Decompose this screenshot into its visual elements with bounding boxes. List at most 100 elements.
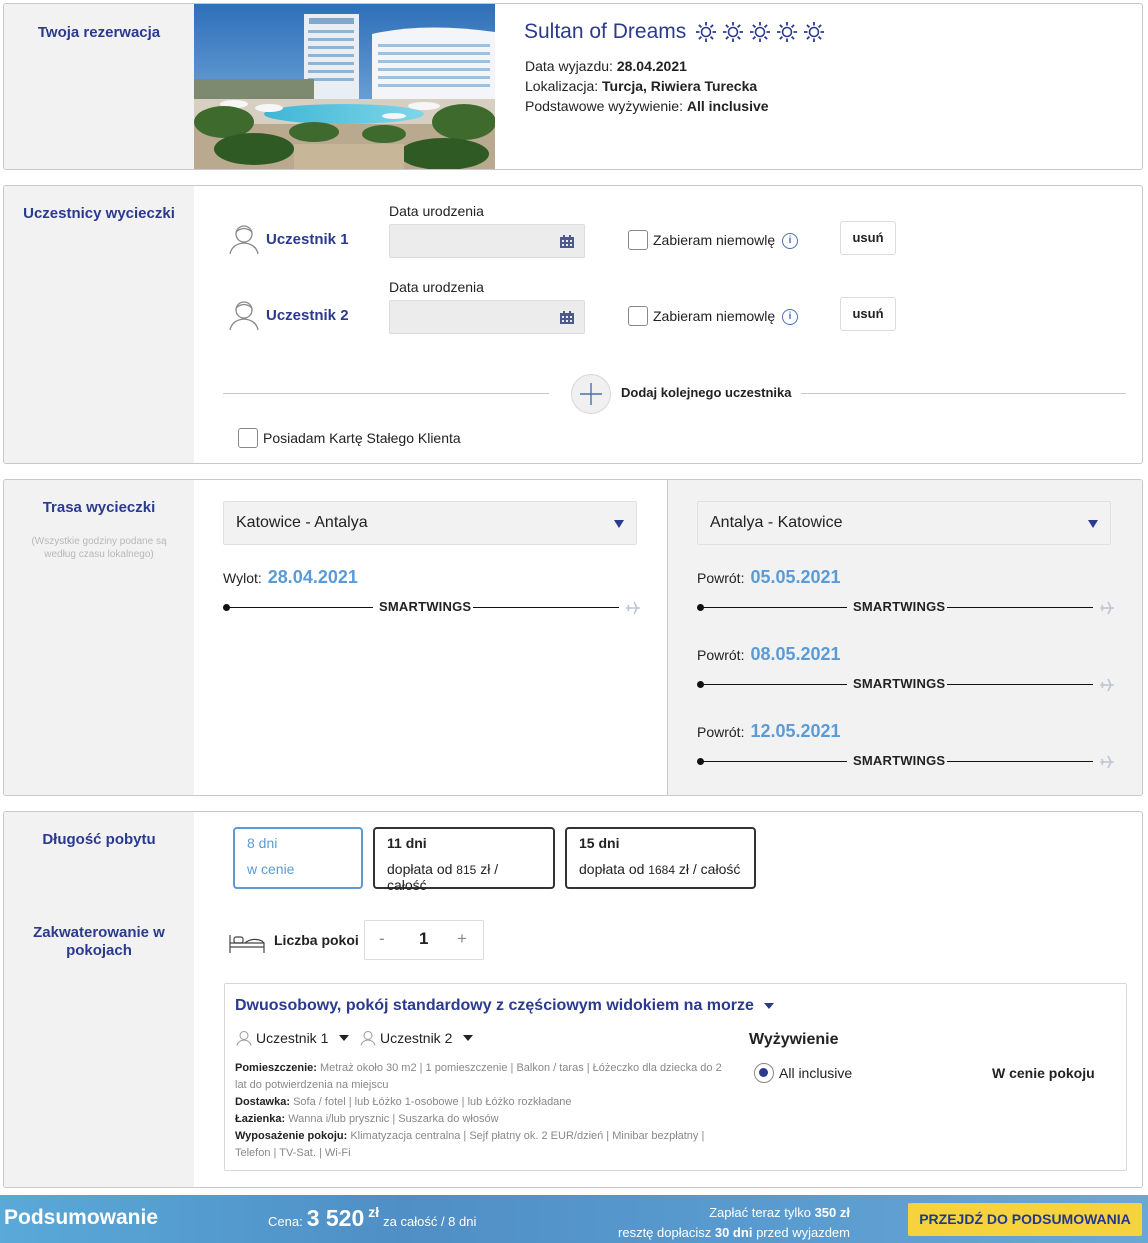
return-route-value: Antalya - Katowice <box>710 514 843 531</box>
outbound-route-select[interactable]: Katowice - Antalya <box>223 501 637 545</box>
flight-direction: Powrót: <box>697 724 745 740</box>
flight-timeline[interactable]: SMARTWINGS <box>223 599 641 615</box>
pay-now-prefix: Zapłać teraz tylko <box>709 1205 811 1220</box>
person-icon <box>236 1031 252 1046</box>
info-icon[interactable]: i <box>782 309 798 325</box>
reservation-card: Twoja rezerwacja Sultan of Dreams Data w… <box>3 3 1143 170</box>
stay-option-15-days[interactable]: 15 dni dopłata od 1684 zł / całość <box>565 827 756 889</box>
board-line: Podstawowe wyżywienie: All inclusive <box>525 98 769 114</box>
divider <box>223 393 549 394</box>
flight-timeline[interactable]: SMARTWINGS <box>697 676 1115 692</box>
infant-checkbox-2[interactable] <box>628 306 648 326</box>
stay-option-8-days[interactable]: 8 dni w cenie <box>233 827 363 889</box>
stay-option-sub: dopłata od <box>579 861 645 877</box>
board-radio-all-inclusive[interactable] <box>754 1063 774 1083</box>
add-participant-button[interactable] <box>571 374 611 414</box>
decrement-button[interactable]: - <box>379 929 385 949</box>
timeline-line <box>227 607 373 608</box>
rooms-title: Zakwaterowanie w pokojach <box>33 924 165 959</box>
flight-date[interactable]: 28.04.2021 <box>268 567 358 588</box>
departure-label: Data wyjazdu: <box>525 58 613 74</box>
participant-1-name: Uczestnik 1 <box>266 231 349 248</box>
sun-star-icon <box>696 22 717 42</box>
pay-now-amount: 350 zł <box>814 1205 850 1220</box>
timeline-line <box>947 607 1093 608</box>
room-count-stepper[interactable]: - 1 + <box>364 920 484 960</box>
feature-label: Wyposażenie pokoju: <box>235 1130 348 1142</box>
timeline-line <box>701 607 847 608</box>
hotel-stars <box>690 21 825 43</box>
dob-label-1: Data urodzenia <box>389 203 484 219</box>
flight-date[interactable]: 08.05.2021 <box>750 644 840 665</box>
flight-timeline[interactable]: SMARTWINGS <box>697 599 1115 615</box>
price-label: Cena: <box>268 1214 303 1229</box>
loyalty-checkbox[interactable] <box>238 428 258 448</box>
calendar-icon[interactable] <box>560 235 574 248</box>
stay-option-sub: dopłata od <box>387 861 453 877</box>
dob-input-1[interactable] <box>389 224 585 258</box>
feature-label: Pomieszczenie: <box>235 1062 317 1074</box>
go-to-summary-button[interactable]: PRZEJDŹ DO PODSUMOWANIA <box>908 1203 1142 1236</box>
assigned-participant-2[interactable]: Uczestnik 2 <box>359 1030 474 1046</box>
flight-label: Powrót: 08.05.2021 <box>697 644 841 665</box>
airplane-icon <box>1100 601 1114 615</box>
info-icon[interactable]: i <box>782 233 798 249</box>
dropdown-arrow-icon <box>614 520 624 528</box>
flight-date[interactable]: 12.05.2021 <box>750 721 840 742</box>
person-icon <box>229 301 259 331</box>
stay-option-price: dopłata od 1684 zł / całość <box>579 861 742 877</box>
dob-input-2[interactable] <box>389 300 585 334</box>
remove-participant-2-button[interactable]: usuń <box>840 297 896 331</box>
timeline-line <box>701 761 847 762</box>
board-option-label: All inclusive <box>779 1065 853 1081</box>
remove-participant-1-button[interactable]: usuń <box>840 221 896 255</box>
stay-card: Długość pobytu Zakwaterowanie w pokojach… <box>3 811 1143 1188</box>
flight-timeline[interactable]: SMARTWINGS <box>697 753 1115 769</box>
flight-date[interactable]: 05.05.2021 <box>750 567 840 588</box>
stay-option-price: dopłata od 815 zł / całość <box>387 861 541 893</box>
room-box: Dwuosobowy, pokój standardowy z częściow… <box>224 983 1127 1171</box>
pay-now-line: Zapłać teraz tylko 350 zł <box>618 1203 850 1223</box>
infant-label-2: Zabieram niemowlę <box>653 308 776 324</box>
stay-option-days: 8 dni <box>247 835 278 851</box>
hotel-name: Sultan of Dreams <box>524 20 687 43</box>
timeline-line <box>947 684 1093 685</box>
price-currency: zł <box>368 1204 380 1220</box>
sun-star-icon <box>777 22 798 42</box>
flight-label: Powrót: 12.05.2021 <box>697 721 841 742</box>
flight-label: Powrót: 05.05.2021 <box>697 567 841 588</box>
airline-name: SMARTWINGS <box>853 753 946 768</box>
plus-icon <box>580 383 602 405</box>
summary-price: Cena: 3 520 zł za całość / 8 dni <box>268 1204 477 1232</box>
participants-sidebar: Uczestnicy wycieczki <box>4 186 194 463</box>
route-card: Trasa wycieczki (Wszystkie godziny podan… <box>3 479 1143 796</box>
dob-label-2: Data urodzenia <box>389 279 484 295</box>
room-type-dropdown[interactable]: Dwuosobowy, pokój standardowy z częściow… <box>235 997 775 1015</box>
price-suffix: za całość / 8 dni <box>383 1214 477 1229</box>
assigned-participant-1[interactable]: Uczestnik 1 <box>235 1030 350 1046</box>
calendar-icon[interactable] <box>560 311 574 324</box>
divider <box>801 393 1126 394</box>
departure-value: 28.04.2021 <box>616 58 687 74</box>
flight-direction: Powrót: <box>697 647 745 663</box>
room-count-value: 1 <box>419 929 429 948</box>
payment-info: Zapłać teraz tylko 350 zł resztę dopłaci… <box>618 1203 850 1243</box>
room-count-label: Liczba pokoi <box>274 932 359 948</box>
stay-option-amount: 1684 <box>648 863 675 877</box>
feature-items: Sofa / fotel | lub Łóżko 1-osobowe | lub… <box>293 1096 572 1108</box>
board-title: Wyżywienie <box>749 1031 839 1048</box>
route-title: Trasa wycieczki <box>42 499 156 516</box>
location-value: Turcja, Riwiera Turecka <box>602 78 758 94</box>
increment-button[interactable]: + <box>457 929 467 949</box>
stay-option-11-days[interactable]: 11 dni dopłata od 815 zł / całość <box>373 827 555 893</box>
flight-direction: Powrót: <box>697 570 745 586</box>
add-participant-label[interactable]: Dodaj kolejnego uczestnika <box>621 385 792 400</box>
infant-checkbox-1[interactable] <box>628 230 648 250</box>
timeline-line <box>701 684 847 685</box>
stay-option-amount: 815 <box>456 863 477 877</box>
return-route-select[interactable]: Antalya - Katowice <box>697 501 1111 545</box>
person-icon <box>360 1031 376 1046</box>
airplane-icon <box>626 601 640 615</box>
sun-star-icon <box>723 22 744 42</box>
rest-days: 30 dni <box>714 1225 753 1240</box>
